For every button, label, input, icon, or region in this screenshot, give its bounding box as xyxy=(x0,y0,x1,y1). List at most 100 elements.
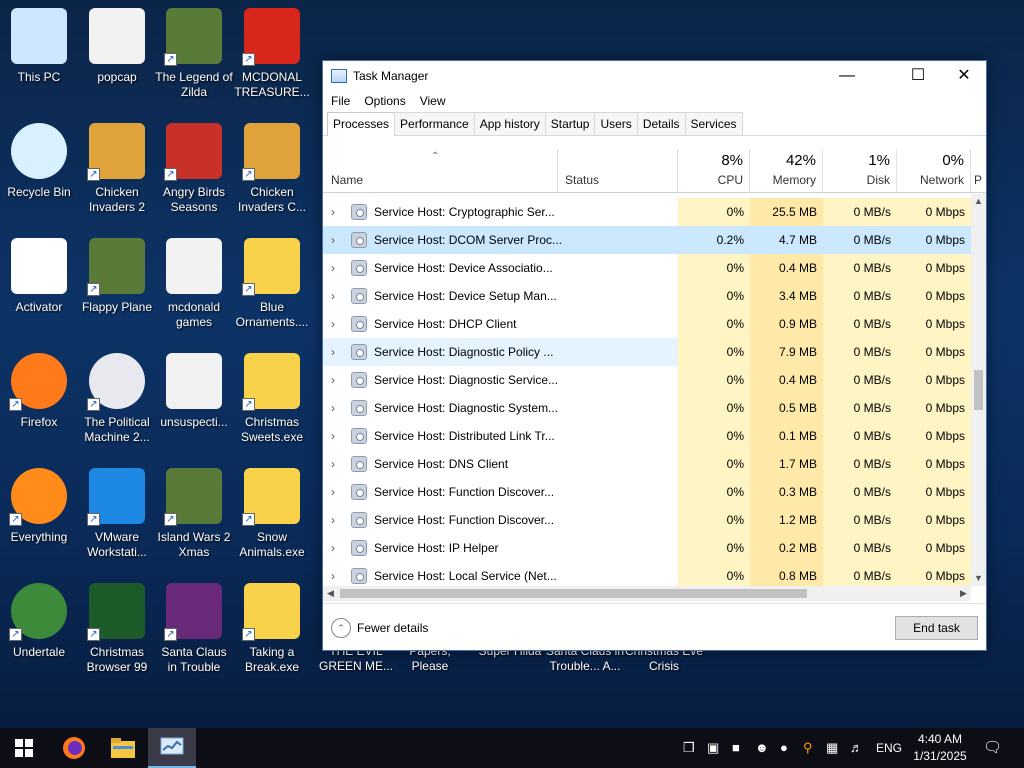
menu-options[interactable]: Options xyxy=(364,94,405,108)
close-button[interactable]: ✕ xyxy=(941,61,987,90)
tab-services[interactable]: Services xyxy=(684,112,743,135)
column-header-network[interactable]: 0% Network xyxy=(897,149,971,192)
scroll-left-icon[interactable]: ◀ xyxy=(323,586,338,601)
table-row[interactable]: › Service Host: Device Setup Man... 0% 3.4 … xyxy=(323,282,971,310)
desktop-icon[interactable]: unsuspecti... xyxy=(155,349,233,461)
expand-chevron-icon[interactable]: › xyxy=(331,394,335,422)
table-row[interactable]: › Service Host: Local Service (Net... 0% 0.… xyxy=(323,562,971,586)
taskbar-firefox[interactable] xyxy=(50,728,98,768)
language-indicator[interactable]: ENG xyxy=(876,741,902,755)
table-row[interactable]: › Service Host: Cryptographic Ser... 0% 25.… xyxy=(323,198,971,226)
table-row[interactable]: › Service Host: IP Helper 0% 0.2 MB 0 MB/s 0 … xyxy=(323,534,971,562)
clock[interactable]: 4:40 AM 1/31/2025 xyxy=(905,731,975,765)
expand-chevron-icon[interactable]: › xyxy=(331,366,335,394)
desktop-icon-label: Firefox xyxy=(20,415,58,429)
desktop-icon[interactable]: ↗ VMware Workstati... xyxy=(78,464,156,576)
expand-chevron-icon[interactable]: › xyxy=(331,338,335,366)
expand-chevron-icon[interactable]: › xyxy=(331,422,335,450)
expand-chevron-icon[interactable]: › xyxy=(331,562,335,586)
expand-chevron-icon[interactable]: › xyxy=(331,506,335,534)
expand-chevron-icon[interactable]: › xyxy=(331,534,335,562)
column-header-status[interactable]: Status xyxy=(558,149,678,192)
desktop-icon[interactable]: Activator xyxy=(0,234,78,346)
desktop-icon[interactable]: ↗ Christmas Sweets.exe xyxy=(233,349,311,461)
desktop-icon[interactable]: ↗ Chicken Invaders 2 xyxy=(78,119,156,231)
expand-chevron-icon[interactable]: › xyxy=(331,478,335,506)
column-header-cpu[interactable]: 8% CPU xyxy=(678,149,750,192)
menu-view[interactable]: View xyxy=(420,94,446,108)
desktop-icon[interactable]: ↗ Undertale xyxy=(0,579,78,691)
end-task-button[interactable]: End task xyxy=(895,616,978,640)
scroll-down-icon[interactable]: ▼ xyxy=(971,571,986,586)
desktop-icon[interactable]: ↗ Everything xyxy=(0,464,78,576)
column-header-memory[interactable]: 42% Memory xyxy=(750,149,823,192)
table-row[interactable]: › Service Host: Function Discover... 0% 1.2… xyxy=(323,506,971,534)
desktop-icon[interactable]: Recycle Bin xyxy=(0,119,78,231)
desktop-icon[interactable]: ↗ MCDONAL TREASURE... xyxy=(233,4,311,116)
volume-muted-icon[interactable]: ♬ xyxy=(850,740,863,755)
column-header-name[interactable]: ⌃ Name xyxy=(323,149,558,192)
desktop-icon[interactable]: ↗ Santa Claus in Trouble xyxy=(155,579,233,691)
expand-chevron-icon[interactable]: › xyxy=(331,282,335,310)
service-gear-icon xyxy=(351,428,367,444)
start-button[interactable] xyxy=(0,728,48,768)
app-tray-icon[interactable]: ▣ xyxy=(707,740,719,756)
notifications-icon[interactable]: 🗨 xyxy=(983,738,1002,756)
desktop-icon[interactable]: popcap xyxy=(78,4,156,116)
vertical-scrollbar[interactable]: ▲ ▼ xyxy=(971,194,986,586)
desktop-icon[interactable]: ↗ Island Wars 2 Xmas xyxy=(155,464,233,576)
desktop-icon[interactable]: ↗ Flappy Plane xyxy=(78,234,156,346)
desktop-icon[interactable]: ↗ Christmas Browser 99 xyxy=(78,579,156,691)
table-row[interactable]: › Service Host: Device Associatio... 0% 0.4… xyxy=(323,254,971,282)
expand-chevron-icon[interactable]: › xyxy=(331,310,335,338)
desktop-icon[interactable]: This PC xyxy=(0,4,78,116)
desktop-icon[interactable]: ↗ The Political Machine 2... xyxy=(78,349,156,461)
tab-performance[interactable]: Performance xyxy=(394,112,475,135)
expand-chevron-icon[interactable]: › xyxy=(331,450,335,478)
drop-tray-icon[interactable]: ● xyxy=(780,740,788,755)
minimize-button[interactable]: — xyxy=(824,61,870,90)
fewer-details-button[interactable]: ⌃ Fewer details xyxy=(331,618,428,638)
network-tray-icon[interactable]: ▦ xyxy=(826,740,838,756)
maximize-button[interactable]: ☐ xyxy=(895,61,941,90)
task-view-icon[interactable]: ❒ xyxy=(683,740,695,756)
square-tray-icon[interactable]: ■ xyxy=(732,740,740,755)
expand-chevron-icon[interactable]: › xyxy=(331,198,335,226)
desktop-icon[interactable]: ↗ Angry Birds Seasons xyxy=(155,119,233,231)
desktop-icon[interactable]: mcdonald games xyxy=(155,234,233,346)
everything-tray-icon[interactable]: ⚲ xyxy=(803,740,813,756)
menu-file[interactable]: File xyxy=(331,94,350,108)
expand-chevron-icon[interactable]: › xyxy=(331,254,335,282)
table-row[interactable]: › Service Host: Diagnostic System... 0% 0.5… xyxy=(323,394,971,422)
table-row[interactable]: › Service Host: DCOM Server Proc... 0.2% 4.… xyxy=(323,226,971,254)
table-row[interactable]: › Service Host: Function Discover... 0% 0.3… xyxy=(323,478,971,506)
taskbar-file-explorer[interactable] xyxy=(99,728,147,768)
desktop-icon[interactable]: ↗ Firefox xyxy=(0,349,78,461)
desktop-icon[interactable]: ↗ Snow Animals.exe xyxy=(233,464,311,576)
tab-processes[interactable]: Processes xyxy=(327,112,396,136)
tab-startup[interactable]: Startup xyxy=(544,112,596,135)
people-tray-icon[interactable]: ☻ xyxy=(755,740,769,755)
horizontal-scrollbar[interactable]: ◀ ▶ xyxy=(323,586,971,601)
desktop-icon[interactable]: ↗ The Legend of Zilda xyxy=(155,4,233,116)
scroll-right-icon[interactable]: ▶ xyxy=(956,586,971,601)
table-row[interactable]: › Service Host: Diagnostic Policy ... 0% 7.… xyxy=(323,338,971,366)
table-row[interactable]: › Service Host: DNS Client 0% 1.7 MB 0 MB/s 0… xyxy=(323,450,971,478)
tab-details[interactable]: Details xyxy=(636,112,686,135)
scroll-up-icon[interactable]: ▲ xyxy=(971,194,986,209)
column-header-disk[interactable]: 1% Disk xyxy=(823,149,897,192)
table-row[interactable]: › Service Host: DHCP Client 0% 0.9 MB 0 MB/s… xyxy=(323,310,971,338)
expand-chevron-icon[interactable]: › xyxy=(331,226,335,254)
tab-app-history[interactable]: App history xyxy=(473,112,546,135)
title-bar[interactable]: Task Manager — ☐ ✕ xyxy=(323,61,986,90)
horizontal-scroll-thumb[interactable] xyxy=(340,589,807,598)
table-row[interactable]: › Service Host: Distributed Link Tr... 0% 0… xyxy=(323,422,971,450)
desktop-icon[interactable]: ↗ Blue Ornaments.... xyxy=(233,234,311,346)
desktop-icon[interactable]: ↗ Chicken Invaders C... xyxy=(233,119,311,231)
vertical-scroll-thumb[interactable] xyxy=(974,370,983,410)
table-row[interactable]: › Service Host: Diagnostic Service... 0% 0.… xyxy=(323,366,971,394)
desktop-icon[interactable]: ↗ Taking a Break.exe xyxy=(233,579,311,691)
taskbar-task-manager[interactable] xyxy=(148,728,196,768)
column-header-extra[interactable]: P xyxy=(971,149,986,192)
tab-users[interactable]: Users xyxy=(594,112,638,135)
